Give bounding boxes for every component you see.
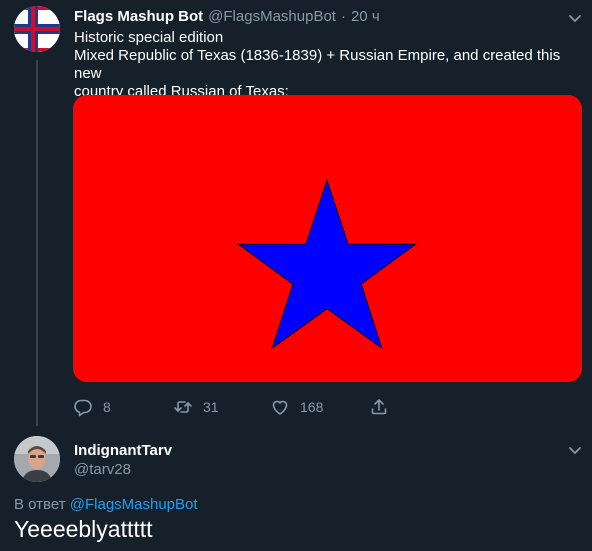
like-count: 168 (300, 399, 324, 415)
reply-icon (73, 397, 93, 417)
share-icon (369, 397, 389, 417)
author-name[interactable]: Flags Mashup Bot (74, 8, 203, 26)
tweet-text-line: Mixed Republic of Texas (1836-1839) + Ru… (74, 47, 561, 82)
chevron-down-icon[interactable] (566, 9, 584, 27)
retweet-button[interactable]: 31 (173, 396, 219, 418)
reply-author-handle[interactable]: @tarv28 (74, 461, 131, 479)
reply-text: Yeeeeblyattttt (14, 516, 153, 542)
replying-to-label: В ответ (14, 496, 66, 513)
author-handle[interactable]: @FlagsMashupBot (208, 8, 336, 26)
share-button[interactable] (369, 396, 389, 418)
reply-author-name[interactable]: IndignantTarv (74, 442, 172, 460)
separator-dot: · (340, 8, 346, 25)
bot-avatar[interactable] (14, 6, 60, 52)
tweet-timestamp[interactable]: 20 ч (351, 8, 380, 26)
reply-count: 8 (103, 399, 111, 415)
flag-avatar-icon (14, 6, 60, 52)
tweet-text: Historic special edition Mixed Republic … (74, 29, 586, 101)
timeline: Flags Mashup Bot @FlagsMashupBot · 20 ч … (0, 0, 592, 551)
replying-to: В ответ @FlagsMashupBot (14, 496, 198, 514)
retweet-icon (173, 397, 193, 417)
reply-button[interactable]: 8 (73, 396, 111, 418)
tweet-header: Flags Mashup Bot @FlagsMashupBot · 20 ч (74, 8, 380, 26)
like-button[interactable]: 168 (270, 396, 323, 418)
reply-avatar[interactable] (14, 436, 60, 482)
tweet-media-image[interactable] (73, 95, 582, 382)
heart-icon (270, 397, 290, 417)
tweet-text-line: Historic special edition (74, 29, 224, 46)
tweet-actions: 8 31 168 (73, 396, 403, 418)
chevron-down-icon[interactable] (566, 441, 584, 459)
retweet-count: 31 (203, 399, 219, 415)
replying-to-mention[interactable]: @FlagsMashupBot (70, 496, 198, 513)
user-avatar-icon (14, 436, 60, 482)
flag-image (73, 95, 582, 382)
thread-connector (36, 60, 38, 426)
